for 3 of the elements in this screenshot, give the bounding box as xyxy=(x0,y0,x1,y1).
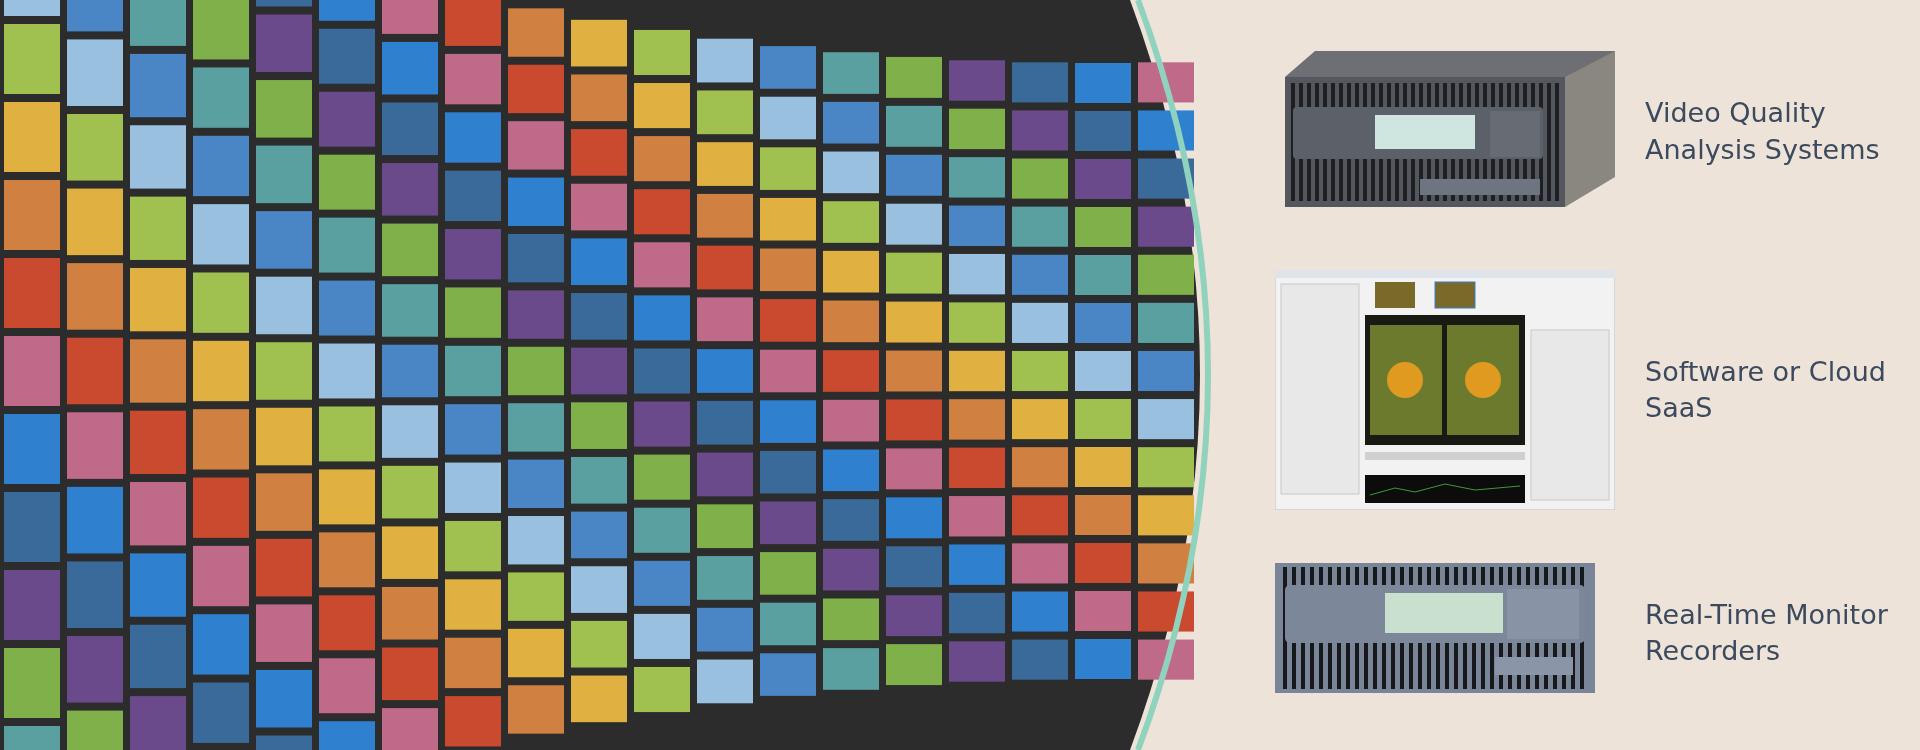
product-label: Software or Cloud SaaS xyxy=(1645,354,1886,425)
product-label: Real-Time Monitor Recorders xyxy=(1645,597,1888,669)
product-label: Video Quality Analysis Systems xyxy=(1645,96,1880,167)
